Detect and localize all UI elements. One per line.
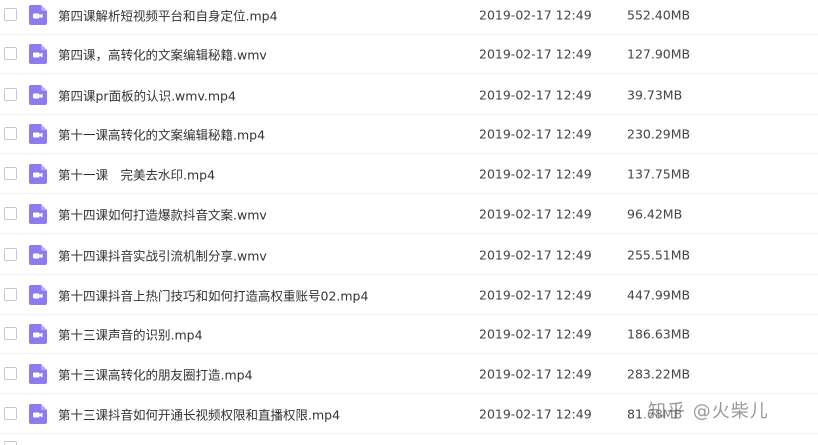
video-file-icon [29, 123, 47, 144]
video-file-icon [29, 403, 47, 424]
file-row[interactable]: 第十一课高转化的文案编辑秘籍.mp4 2019-02-17 12:49 230.29… [0, 114, 818, 154]
file-name[interactable]: 第十四课如何打造爆款抖音文案.wmv [58, 204, 267, 223]
partial-file-row [0, 437, 818, 445]
watermark: 知乎 @火柴儿 [644, 395, 773, 425]
file-modified-date: 2019-02-17 12:49 [479, 326, 592, 341]
file-modified-date: 2019-02-17 12:49 [479, 247, 592, 262]
video-file-icon [29, 84, 47, 105]
file-size: 552.40MB [627, 7, 691, 22]
file-list: 第十三课抖音如何开通长视频权限和直播权限.mp4 2019-02-17 12:49… [0, 0, 818, 445]
row-checkbox[interactable] [4, 441, 17, 445]
row-checkbox[interactable] [4, 366, 17, 380]
file-modified-date: 2019-02-17 12:49 [479, 46, 592, 61]
file-modified-date: 2019-02-17 12:49 [479, 7, 592, 22]
file-size: 96.42MB [627, 206, 683, 221]
file-name[interactable]: 第十四课抖音实战引流机制分享.wmv [58, 245, 267, 264]
file-name[interactable]: 第四课，高转化的文案编辑秘籍.wmv [58, 44, 267, 63]
row-checkbox[interactable] [4, 7, 17, 21]
file-row[interactable]: 第十四课抖音实战引流机制分享.wmv 2019-02-17 12:49 255.51… [0, 235, 818, 275]
file-name[interactable]: 第十一课 完美去水印.mp4 [58, 164, 215, 183]
file-name[interactable]: 第四课pr面板的认识.wmv.mp4 [58, 85, 236, 104]
row-checkbox[interactable] [4, 326, 17, 340]
file-size: 186.63MB [627, 326, 691, 341]
file-row[interactable]: 第四课解析短视频平台和自身定位.mp4 2019-02-17 12:49 552.4… [0, 0, 818, 35]
file-name[interactable]: 第四课解析短视频平台和自身定位.mp4 [58, 5, 278, 24]
video-file-icon [29, 203, 47, 224]
file-modified-date: 2019-02-17 12:49 [479, 287, 592, 302]
file-size: 137.75MB [627, 166, 691, 181]
file-name[interactable]: 第十四课抖音上热门技巧和如何打造高权重账号02.mp4 [58, 285, 368, 304]
file-row[interactable]: 第十一课 完美去水印.mp4 2019-02-17 12:49 137.75MB [0, 154, 818, 194]
video-file-icon [29, 4, 47, 25]
video-file-icon [29, 323, 47, 344]
file-size: 39.73MB [627, 87, 683, 102]
row-checkbox[interactable] [4, 126, 17, 140]
video-file-icon [29, 244, 47, 265]
file-row[interactable]: 第十三课声音的识别.mp4 2019-02-17 12:49 186.63MB [0, 314, 818, 354]
file-modified-date: 2019-02-17 12:49 [479, 406, 592, 421]
video-file-icon [29, 284, 47, 305]
row-checkbox[interactable] [4, 46, 17, 60]
video-file-icon [29, 163, 47, 184]
video-file-icon [29, 363, 47, 384]
file-modified-date: 2019-02-17 12:49 [479, 126, 592, 141]
file-name[interactable]: 第十三课高转化的朋友圈打造.mp4 [58, 364, 253, 383]
file-modified-date: 2019-02-17 12:49 [479, 206, 592, 221]
file-modified-date: 2019-02-17 12:49 [479, 366, 592, 381]
file-size: 230.29MB [627, 126, 691, 141]
file-size: 447.99MB [627, 287, 691, 302]
file-modified-date: 2019-02-17 12:49 [479, 87, 592, 102]
row-checkbox[interactable] [4, 166, 17, 180]
file-row[interactable]: 第十四课如何打造爆款抖音文案.wmv 2019-02-17 12:49 96.42M… [0, 194, 818, 234]
file-name[interactable]: 第十一课高转化的文案编辑秘籍.mp4 [58, 124, 265, 143]
file-modified-date: 2019-02-17 12:49 [479, 166, 592, 181]
file-row[interactable]: 第十四课抖音上热门技巧和如何打造高权重账号02.mp4 2019-02-17 12… [0, 275, 818, 315]
row-checkbox[interactable] [4, 87, 17, 101]
file-size: 283.22MB [627, 366, 691, 381]
file-row[interactable]: 第四课pr面板的认识.wmv.mp4 2019-02-17 12:49 39.73M… [0, 75, 818, 115]
file-row[interactable]: 第十三课高转化的朋友圈打造.mp4 2019-02-17 12:49 283.22M… [0, 354, 818, 394]
row-checkbox[interactable] [4, 247, 17, 261]
row-checkbox[interactable] [4, 406, 17, 420]
video-file-icon [29, 43, 47, 64]
row-checkbox[interactable] [4, 287, 17, 301]
file-row[interactable]: 第四课，高转化的文案编辑秘籍.wmv 2019-02-17 12:49 127.90… [0, 34, 818, 74]
file-name[interactable]: 第十三课声音的识别.mp4 [58, 324, 203, 343]
row-checkbox[interactable] [4, 206, 17, 220]
file-name[interactable]: 第十三课抖音如何开通长视频权限和直播权限.mp4 [58, 404, 340, 423]
file-size: 127.90MB [627, 46, 691, 61]
file-size: 255.51MB [627, 247, 691, 262]
